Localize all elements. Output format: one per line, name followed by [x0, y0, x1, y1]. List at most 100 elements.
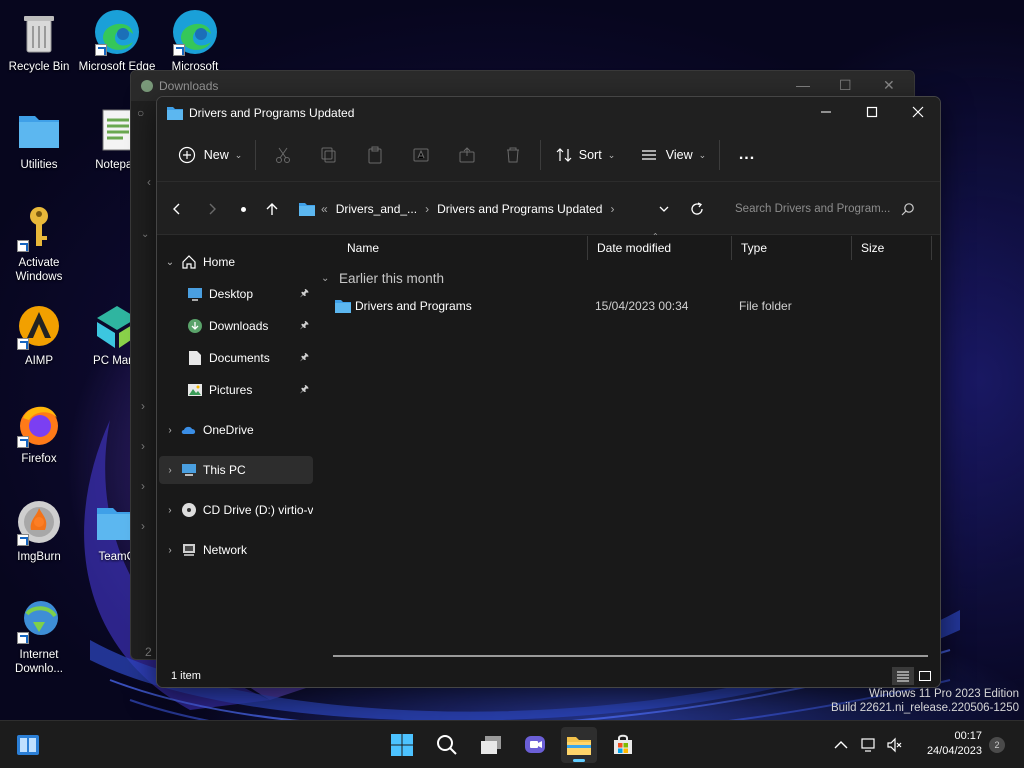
toolbar-divider — [255, 140, 256, 170]
pin-icon[interactable]: 🖈 — [300, 318, 309, 335]
desktop-icon-utilities[interactable]: Utilities — [0, 106, 78, 172]
rename-icon — [413, 148, 429, 162]
chevron-right-icon[interactable]: › — [159, 505, 181, 516]
breadcrumb[interactable]: « Drivers_and_... › Drivers and Programs… — [299, 194, 689, 224]
widgets-button[interactable] — [10, 727, 46, 763]
taskbar-clock[interactable]: 00:17 24/04/2023 — [927, 729, 982, 759]
more-options-button[interactable]: ... — [724, 137, 770, 173]
chevron-right-icon[interactable]: › — [159, 465, 181, 476]
desktop-icon-firefox[interactable]: Firefox — [0, 400, 78, 466]
pin-icon[interactable]: 🖈 — [300, 350, 309, 367]
chevron-right-icon: › — [610, 202, 615, 216]
up-arrow-icon — [266, 203, 278, 215]
network-tray-icon — [861, 738, 875, 752]
recent-locations-button[interactable] — [228, 194, 258, 224]
tiles-view-button[interactable] — [914, 667, 936, 685]
forward-button[interactable] — [197, 194, 227, 224]
breadcrumb-overflow[interactable]: « — [321, 202, 328, 216]
downloads-icon — [187, 318, 203, 334]
notification-badge[interactable]: 2 — [989, 737, 1005, 753]
nav-item-downloads[interactable]: Downloads 🖈 — [159, 312, 313, 340]
show-hidden-icons-button[interactable] — [830, 721, 852, 768]
background-back-icon[interactable]: ‹ — [147, 175, 151, 189]
nav-item-pictures[interactable]: Pictures 🖈 — [159, 376, 313, 404]
teams-chat-button[interactable] — [517, 727, 553, 763]
imgburn-icon — [15, 498, 63, 546]
column-header-type[interactable]: Type — [732, 236, 852, 260]
folder-icon — [167, 107, 183, 120]
nav-item-this-pc[interactable]: › This PC — [159, 456, 313, 484]
breadcrumb-item[interactable]: Drivers and Programs Updated — [437, 202, 602, 216]
group-header[interactable]: ⌄ Earlier this month — [321, 266, 444, 290]
file-explorer-taskbar-button[interactable] — [561, 727, 597, 763]
column-header-size[interactable]: Size — [852, 236, 932, 260]
chevron-right-icon[interactable]: › — [159, 545, 181, 556]
network-tray-button[interactable] — [858, 721, 880, 768]
horizontal-scrollbar[interactable] — [333, 655, 928, 657]
close-button[interactable] — [895, 97, 940, 127]
file-type: File folder — [739, 299, 792, 313]
nav-item-network[interactable]: › Network — [159, 536, 313, 564]
desktop-icon-edge-2[interactable]: Microsoft — [156, 8, 234, 74]
background-close-icon[interactable]: ✕ — [883, 77, 895, 94]
store-icon — [614, 734, 632, 754]
address-dropdown-button[interactable] — [649, 194, 679, 224]
file-name[interactable]: Drivers and Programs — [355, 299, 472, 313]
idm-icon — [15, 596, 63, 644]
rename-button[interactable] — [398, 137, 444, 173]
volume-tray-button[interactable] — [884, 721, 906, 768]
shortcut-arrow-icon — [173, 44, 185, 56]
desktop-icon-activate-windows[interactable]: Activate Windows — [0, 204, 78, 284]
nav-item-documents[interactable]: Documents 🖈 — [159, 344, 313, 372]
network-icon — [181, 542, 197, 558]
search-taskbar-button[interactable] — [429, 727, 465, 763]
search-input[interactable]: Search Drivers and Program... — [725, 194, 925, 224]
sort-button-label: Sort — [578, 148, 602, 162]
desktop-icon-recycle-bin[interactable]: Recycle Bin — [0, 8, 78, 74]
desktop-icon-imgburn[interactable]: ImgBurn — [0, 498, 78, 564]
maximize-button[interactable] — [849, 97, 895, 127]
sort-button[interactable]: Sort ⌄ — [545, 137, 625, 173]
refresh-button[interactable] — [682, 194, 712, 224]
delete-button[interactable] — [490, 137, 536, 173]
copy-button[interactable] — [306, 137, 352, 173]
paste-button[interactable] — [352, 137, 398, 173]
nav-item-home[interactable]: ⌄ Home — [159, 248, 313, 276]
task-view-button[interactable] — [473, 727, 509, 763]
column-header-date-modified[interactable]: Date modified — [588, 236, 732, 260]
search-placeholder: Search Drivers and Program... — [735, 203, 891, 215]
desktop-icon-aimp[interactable]: AIMP — [0, 302, 78, 368]
background-maximize-icon[interactable]: ☐ — [839, 77, 852, 94]
chevron-right-icon[interactable]: › — [159, 425, 181, 436]
table-row[interactable]: Drivers and Programs 15/04/2023 00:34 Fi… — [325, 294, 940, 318]
nav-item-label: CD Drive (D:) virtio-v — [202, 503, 313, 517]
details-view-button[interactable] — [892, 667, 914, 685]
microsoft-store-button[interactable] — [605, 727, 641, 763]
maximize-icon — [866, 106, 878, 118]
column-header-name[interactable]: Name — [338, 236, 588, 260]
documents-icon — [187, 350, 203, 366]
cut-button[interactable] — [260, 137, 306, 173]
back-button[interactable] — [162, 194, 192, 224]
navigation-pane: ⌄ Home Desktop 🖈 Downloads 🖈 Documents 🖈 — [157, 236, 325, 665]
background-minimize-icon[interactable]: — — [796, 77, 810, 93]
explorer-window[interactable]: Drivers and Programs Updated New ⌄ Sort … — [156, 96, 941, 688]
taskbar: 00:17 24/04/2023 2 — [0, 720, 1024, 768]
desktop-icon-edge[interactable]: Microsoft Edge — [78, 8, 156, 74]
share-button[interactable] — [444, 137, 490, 173]
new-button[interactable]: New ⌄ — [169, 137, 251, 173]
nav-item-desktop[interactable]: Desktop 🖈 — [159, 280, 313, 308]
dot-icon — [240, 206, 246, 212]
view-button[interactable]: View ⌄ — [631, 137, 715, 173]
up-button[interactable] — [257, 194, 287, 224]
chevron-down-icon[interactable]: ⌄ — [159, 257, 181, 268]
desktop-icon-internet-download-manager[interactable]: Internet Downlo... — [0, 596, 78, 676]
start-button[interactable] — [384, 727, 420, 763]
paste-icon — [368, 146, 382, 164]
breadcrumb-item[interactable]: Drivers_and_... — [336, 202, 417, 216]
pin-icon[interactable]: 🖈 — [300, 286, 309, 303]
minimize-button[interactable] — [803, 97, 849, 127]
nav-item-cd-drive[interactable]: › CD Drive (D:) virtio-v — [159, 496, 313, 524]
nav-item-onedrive[interactable]: › OneDrive — [159, 416, 313, 444]
pin-icon[interactable]: 🖈 — [300, 382, 309, 399]
